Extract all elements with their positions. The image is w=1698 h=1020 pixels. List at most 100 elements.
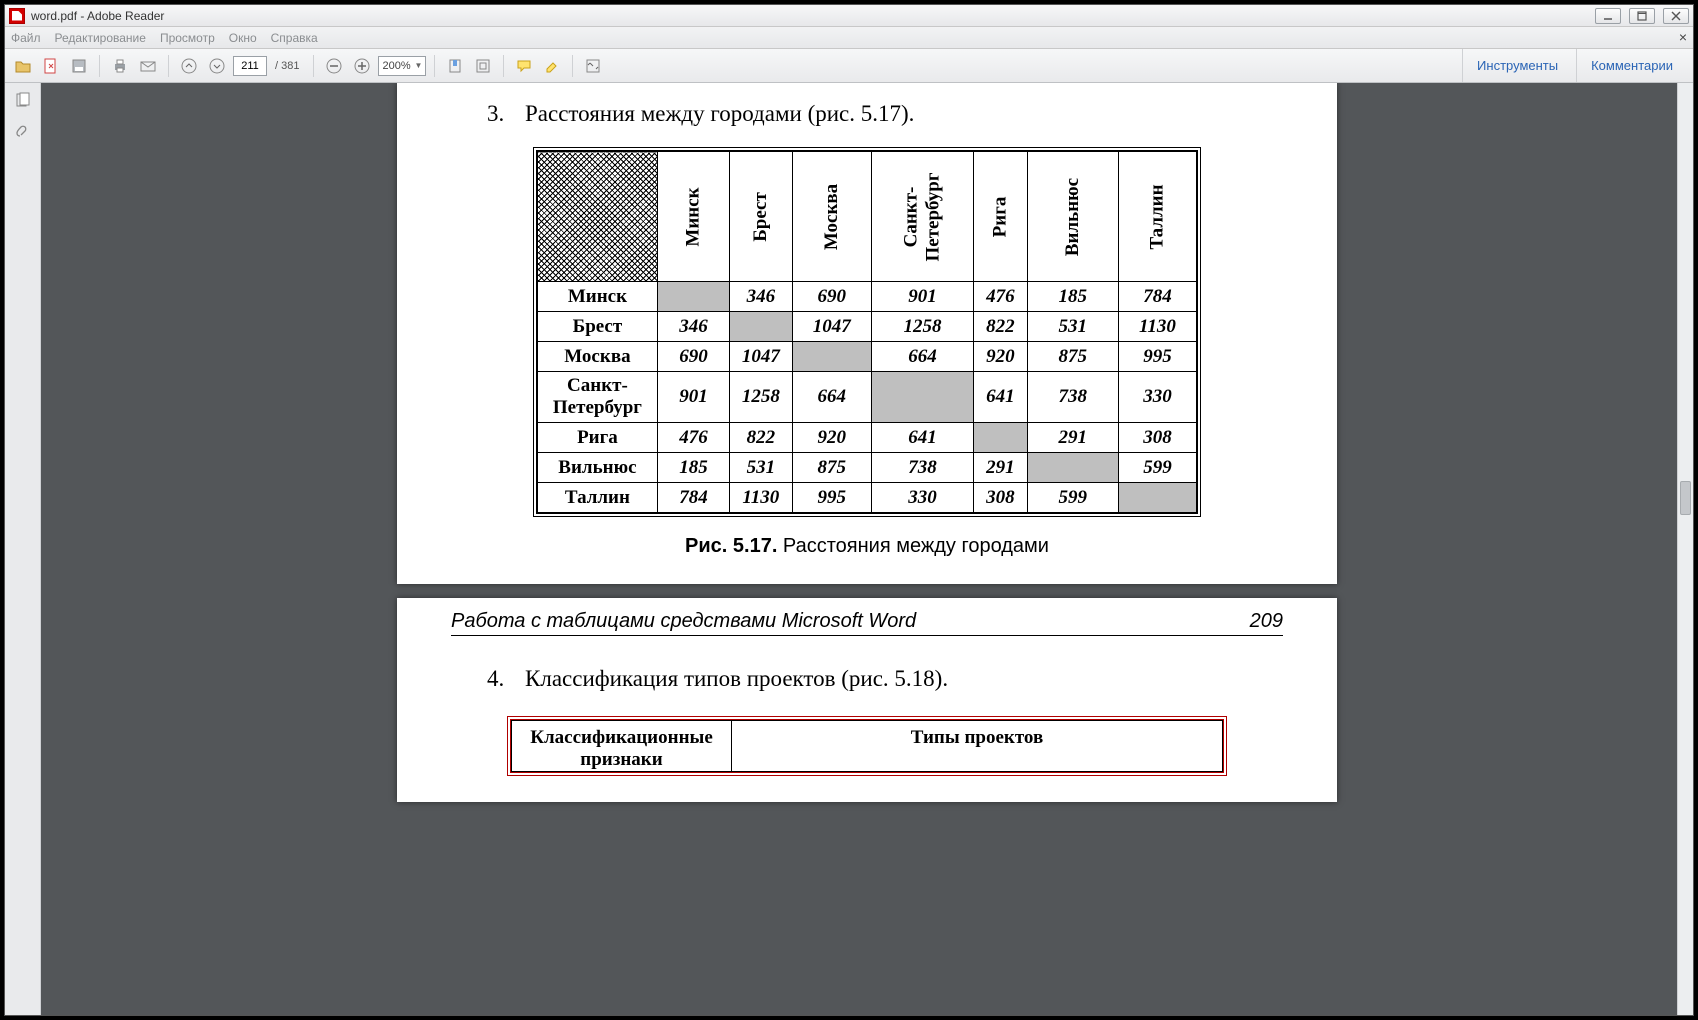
menu-file[interactable]: Файл xyxy=(11,31,41,45)
page-number-input[interactable] xyxy=(233,56,267,76)
table-cell: 822 xyxy=(730,423,793,453)
list-item-3: 3. Расстояния между городами (рис. 5.17)… xyxy=(487,101,1283,127)
row-header: Таллин xyxy=(538,483,658,513)
row-header: Рига xyxy=(538,423,658,453)
table-row: Таллин7841130995330308599 xyxy=(538,483,1197,513)
table-cell: 531 xyxy=(1027,312,1118,342)
table-cell: 738 xyxy=(1027,372,1118,423)
row-header: Минск xyxy=(538,282,658,312)
list-text: Классификация типов проектов (рис. 5.18)… xyxy=(525,666,948,692)
open-file-icon[interactable] xyxy=(11,54,35,78)
maximize-button[interactable] xyxy=(1629,8,1655,24)
table-row: Вильнюс185531875738291599 xyxy=(538,453,1197,483)
read-mode-icon[interactable] xyxy=(581,54,605,78)
table-cell: 901 xyxy=(657,372,729,423)
table-cell: 664 xyxy=(871,342,973,372)
figure-caption-bold: Рис. 5.17. xyxy=(685,535,777,557)
table-cell: 291 xyxy=(1027,423,1118,453)
menu-window[interactable]: Окно xyxy=(229,31,257,45)
chevron-down-icon: ▼ xyxy=(415,61,423,70)
list-item-4: 4. Классификация типов проектов (рис. 5.… xyxy=(487,666,1283,692)
row-header: Вильнюс xyxy=(538,453,658,483)
figure-caption-text: Расстояния между городами xyxy=(777,535,1049,557)
table-row: Минск346690901476185784 xyxy=(538,282,1197,312)
table-cell: 476 xyxy=(657,423,729,453)
export-pdf-icon[interactable] xyxy=(39,54,63,78)
table-cell: 822 xyxy=(973,312,1027,342)
close-button[interactable] xyxy=(1663,8,1689,24)
fit-page-icon[interactable] xyxy=(471,54,495,78)
tools-panel-tab[interactable]: Инструменты xyxy=(1462,49,1572,82)
save-icon[interactable] xyxy=(67,54,91,78)
table-cell: 185 xyxy=(1027,282,1118,312)
table-cell xyxy=(730,312,793,342)
toolbar: / 381 200% ▼ Инструменты Комментарии xyxy=(5,49,1693,83)
bookmark-tool-icon[interactable] xyxy=(443,54,467,78)
list-number: 3. xyxy=(487,101,509,127)
app-icon xyxy=(9,8,25,24)
comment-icon[interactable] xyxy=(512,54,536,78)
figure-caption: Рис. 5.17. Расстояния между городами xyxy=(451,535,1283,558)
close-document-button[interactable]: × xyxy=(1679,29,1687,45)
side-rail xyxy=(5,83,41,1015)
title-bar: word.pdf - Adobe Reader xyxy=(5,5,1693,27)
classification-table-wrapper: Классификационные признаки Типы проектов xyxy=(507,716,1227,776)
scrollbar-thumb[interactable] xyxy=(1680,481,1691,515)
table-cell: 920 xyxy=(792,423,871,453)
table-cell xyxy=(1118,483,1196,513)
highlight-icon[interactable] xyxy=(540,54,564,78)
attachments-icon[interactable] xyxy=(11,121,35,145)
column-header: Рига xyxy=(973,152,1027,282)
page-down-icon[interactable] xyxy=(205,54,229,78)
table-cell xyxy=(871,372,973,423)
table-row: Москва6901047664920875995 xyxy=(538,342,1197,372)
row-header: Москва xyxy=(538,342,658,372)
vertical-scrollbar[interactable] xyxy=(1677,83,1693,1015)
table-cell: 346 xyxy=(657,312,729,342)
table-cell: 901 xyxy=(871,282,973,312)
table-cell: 330 xyxy=(1118,372,1196,423)
zoom-out-icon[interactable] xyxy=(322,54,346,78)
comments-panel-tab[interactable]: Комментарии xyxy=(1576,49,1687,82)
class-header-1: Классификационные признаки xyxy=(512,721,732,772)
pdf-page: Работа с таблицами средствами Microsoft … xyxy=(397,598,1337,802)
column-header: Вильнюс xyxy=(1027,152,1118,282)
column-header: Москва xyxy=(792,152,871,282)
table-cell: 920 xyxy=(973,342,1027,372)
table-cell: 1258 xyxy=(730,372,793,423)
print-icon[interactable] xyxy=(108,54,132,78)
zoom-select[interactable]: 200% ▼ xyxy=(378,56,426,76)
menu-edit[interactable]: Редактирование xyxy=(55,31,146,45)
table-row: Брест346104712588225311130 xyxy=(538,312,1197,342)
table-cell: 308 xyxy=(1118,423,1196,453)
table-cell: 690 xyxy=(657,342,729,372)
menu-help[interactable]: Справка xyxy=(271,31,318,45)
column-header: Санкт- Петербург xyxy=(871,152,973,282)
thumbnails-icon[interactable] xyxy=(11,89,35,113)
column-header: Брест xyxy=(730,152,793,282)
table-row: Рига476822920641291308 xyxy=(538,423,1197,453)
table-cell: 185 xyxy=(657,453,729,483)
email-icon[interactable] xyxy=(136,54,160,78)
table-cell: 784 xyxy=(657,483,729,513)
table-cell: 1130 xyxy=(1118,312,1196,342)
pdf-page: 3. Расстояния между городами (рис. 5.17)… xyxy=(397,83,1337,584)
table-cell: 308 xyxy=(973,483,1027,513)
column-header: Минск xyxy=(657,152,729,282)
page-up-icon[interactable] xyxy=(177,54,201,78)
table-cell xyxy=(657,282,729,312)
document-viewer[interactable]: 3. Расстояния между городами (рис. 5.17)… xyxy=(41,83,1693,1015)
table-cell: 738 xyxy=(871,453,973,483)
zoom-value: 200% xyxy=(382,60,410,72)
window-title: word.pdf - Adobe Reader xyxy=(31,9,164,23)
zoom-in-icon[interactable] xyxy=(350,54,374,78)
table-cell: 599 xyxy=(1118,453,1196,483)
menu-view[interactable]: Просмотр xyxy=(160,31,215,45)
table-cell: 995 xyxy=(792,483,871,513)
page-total-label: / 381 xyxy=(275,60,299,72)
table-cell: 995 xyxy=(1118,342,1196,372)
menu-bar: Файл Редактирование Просмотр Окно Справк… xyxy=(5,27,1693,49)
table-cell: 875 xyxy=(1027,342,1118,372)
row-header: Брест xyxy=(538,312,658,342)
minimize-button[interactable] xyxy=(1595,8,1621,24)
